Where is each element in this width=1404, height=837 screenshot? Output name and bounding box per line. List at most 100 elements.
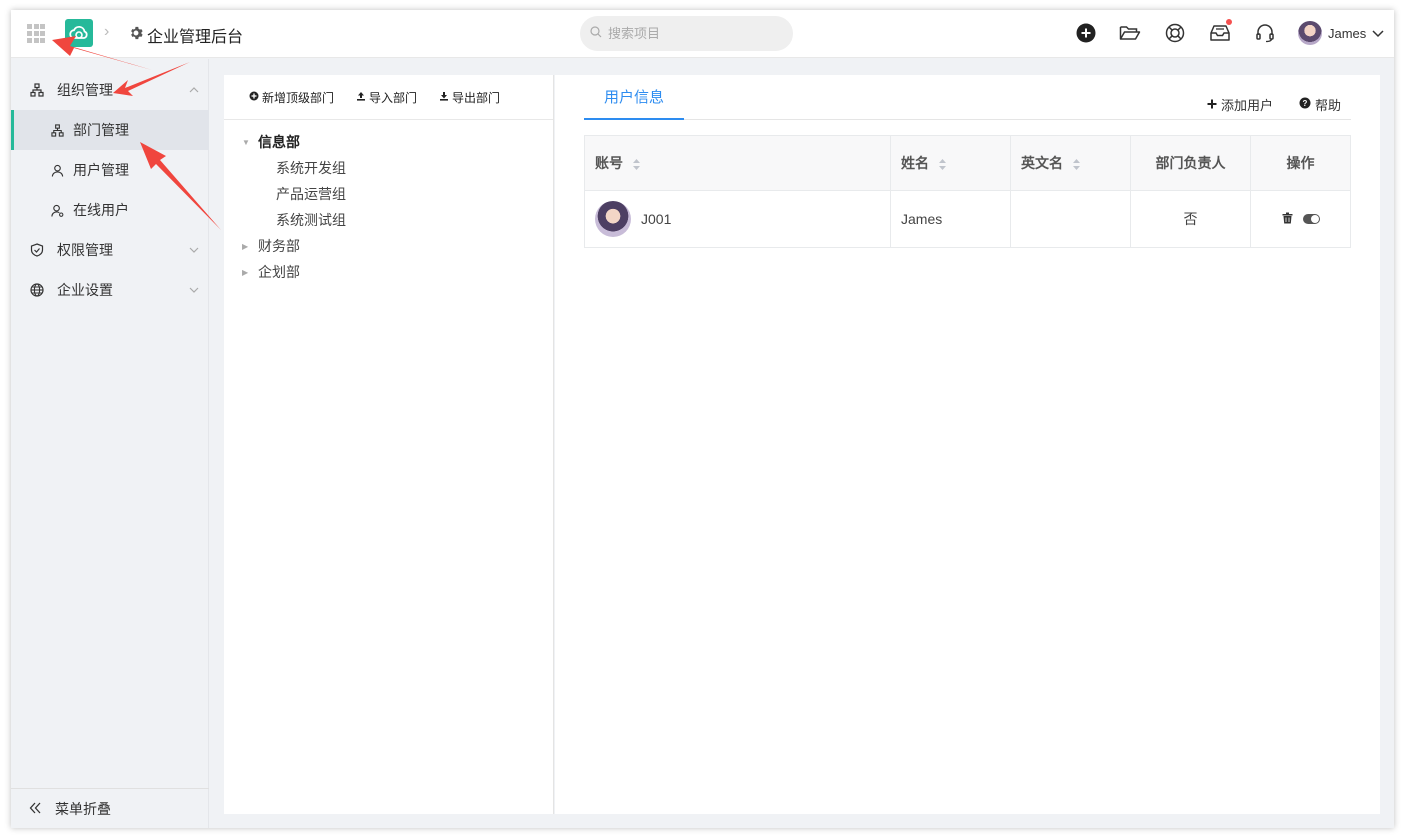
search-icon <box>590 26 602 41</box>
chevron-down-icon <box>189 242 199 256</box>
plus-circle-icon <box>249 90 259 104</box>
download-icon <box>439 90 449 104</box>
column-name[interactable]: 姓名 <box>890 135 1011 191</box>
cell-name: James <box>890 190 1011 248</box>
import-dept-label: 导入部门 <box>369 90 418 105</box>
sort-icon[interactable] <box>632 158 641 171</box>
import-dept-button[interactable]: 导入部门 <box>356 89 417 106</box>
caret-down-icon[interactable]: ▼ <box>242 138 254 147</box>
cell-account: J001 <box>584 190 891 248</box>
cloud-logo-icon[interactable] <box>65 19 93 47</box>
headset-icon[interactable] <box>1254 22 1276 44</box>
table-header-row: 账号 姓名 英文名 部门负责人 操作 <box>584 135 1351 191</box>
chevron-down-icon <box>189 282 199 296</box>
sidebar-item-label: 在线用户 <box>73 202 129 218</box>
sidebar-group-settings[interactable]: 企业设置 <box>11 270 209 310</box>
toggle-switch[interactable] <box>1302 214 1320 224</box>
sidebar-group-org[interactable]: 组织管理 <box>11 70 209 110</box>
account-text: J001 <box>641 211 672 227</box>
sort-icon[interactable] <box>938 158 947 171</box>
table-row[interactable]: J001 James 否 <box>584 190 1351 248</box>
add-top-dept-label: 新增顶级部门 <box>262 90 335 105</box>
search-input[interactable] <box>608 26 768 41</box>
sidebar-item-label: 用户管理 <box>73 162 129 178</box>
column-english-name[interactable]: 英文名 <box>1010 135 1131 191</box>
tree-node-planning[interactable]: ▶ 企划部 <box>224 259 300 285</box>
lifebuoy-icon[interactable] <box>1164 22 1186 44</box>
sidebar-item-label: 部门管理 <box>73 122 129 138</box>
page-title: 企业管理后台 <box>129 23 243 47</box>
tree-node-label: 产品运营组 <box>276 186 346 202</box>
caret-right-icon[interactable]: ▶ <box>242 242 254 251</box>
avatar <box>595 201 631 237</box>
help-button[interactable]: ? 帮助 <box>1299 95 1341 114</box>
user-info-panel: 用户信息 添加用户 ? 帮助 账号 姓名 英文名 部门负责人 操作 J001 J… <box>555 75 1380 814</box>
sidebar-item-dept[interactable]: 部门管理 <box>11 110 209 150</box>
shield-check-icon <box>29 242 45 258</box>
cell-dept-leader: 否 <box>1130 190 1251 248</box>
sidebar-group-label: 组织管理 <box>57 82 113 98</box>
sort-icon[interactable] <box>1072 158 1081 171</box>
caret-right-icon[interactable]: ▶ <box>242 268 254 277</box>
chevron-right-icon: › <box>104 23 110 40</box>
folder-open-icon[interactable] <box>1119 22 1141 44</box>
notification-dot <box>1226 19 1232 25</box>
trash-icon[interactable] <box>1282 211 1293 227</box>
org-chart-icon <box>49 122 65 138</box>
sidebar-group-permissions[interactable]: 权限管理 <box>11 230 209 270</box>
svg-text:?: ? <box>1303 99 1308 108</box>
top-bar: › 企业管理后台 J <box>11 10 1394 58</box>
tree-node-label: 信息部 <box>258 134 300 150</box>
tree-node-ops[interactable]: 产品运营组 <box>224 181 346 207</box>
tab-user-info[interactable]: 用户信息 <box>584 75 684 120</box>
cell-actions <box>1250 190 1351 248</box>
gear-icon <box>129 26 143 45</box>
add-top-dept-button[interactable]: 新增顶级部门 <box>249 89 334 106</box>
user-name: James <box>1328 25 1367 41</box>
tab-bar: 用户信息 添加用户 ? 帮助 <box>584 75 1351 120</box>
sidebar-group-label: 企业设置 <box>57 282 113 298</box>
sidebar-item-users[interactable]: 用户管理 <box>11 150 209 190</box>
sidebar-item-online-users[interactable]: 在线用户 <box>11 190 209 230</box>
tree-node-label: 系统开发组 <box>276 160 346 176</box>
column-actions: 操作 <box>1250 135 1351 191</box>
tree-node-finance[interactable]: ▶ 财务部 <box>224 233 300 259</box>
department-toolbar: 新增顶级部门 导入部门 导出部门 <box>224 75 553 120</box>
column-account[interactable]: 账号 <box>584 135 891 191</box>
question-circle-icon: ? <box>1299 97 1311 112</box>
search-box[interactable] <box>580 16 793 51</box>
double-chevron-left-icon <box>29 801 41 817</box>
chevron-down-icon <box>1372 26 1384 41</box>
tree-node-label: 企划部 <box>258 264 300 280</box>
user-online-icon <box>49 202 65 218</box>
tree-node-test[interactable]: 系统测试组 <box>224 207 346 233</box>
department-tree: ▼ 信息部 系统开发组 产品运营组 系统测试组 ▶ 财务部 ▶ 企划部 <box>224 120 553 280</box>
chevron-up-icon <box>189 82 199 96</box>
add-user-button[interactable]: 添加用户 <box>1207 95 1273 114</box>
column-label: 账号 <box>595 155 623 171</box>
app-grid-icon[interactable] <box>27 24 47 44</box>
tree-node-dev[interactable]: 系统开发组 <box>224 155 346 181</box>
department-panel: 新增顶级部门 导入部门 导出部门 ▼ 信息部 系统开发组 产品运营组 系统测试组… <box>224 75 554 814</box>
collapse-label: 菜单折叠 <box>55 800 111 817</box>
column-label: 操作 <box>1286 155 1315 171</box>
tab-actions: 添加用户 ? 帮助 <box>1207 95 1341 114</box>
column-dept-leader: 部门负责人 <box>1130 135 1251 191</box>
add-circle-icon[interactable] <box>1075 22 1097 44</box>
avatar <box>1298 21 1322 45</box>
column-label: 英文名 <box>1021 155 1063 171</box>
help-label: 帮助 <box>1314 98 1341 113</box>
plus-icon <box>1207 97 1217 112</box>
user-table: 账号 姓名 英文名 部门负责人 操作 J001 James 否 <box>584 135 1351 248</box>
tab-label: 用户信息 <box>603 89 664 106</box>
app-title-text: 企业管理后台 <box>147 29 244 46</box>
menu-collapse-button[interactable]: 菜单折叠 <box>11 788 209 828</box>
org-chart-icon <box>29 82 45 98</box>
add-user-label: 添加用户 <box>1220 98 1273 113</box>
tree-node-label: 财务部 <box>258 238 300 254</box>
inbox-notification-icon[interactable] <box>1209 19 1232 44</box>
user-menu[interactable]: James <box>1298 21 1384 45</box>
tree-node-info[interactable]: ▼ 信息部 <box>224 129 300 155</box>
column-label: 姓名 <box>901 155 929 171</box>
export-dept-button[interactable]: 导出部门 <box>439 89 500 106</box>
